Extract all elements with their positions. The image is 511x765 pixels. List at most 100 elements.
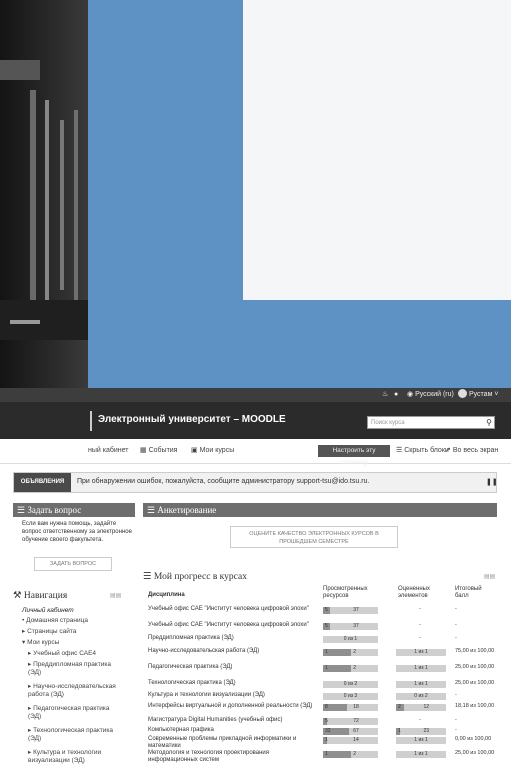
- col-grade: Итоговый балл: [455, 586, 482, 599]
- nav-course-item[interactable]: ▸ Культура и технологии визуализации (ЭД…: [28, 749, 123, 765]
- hero-photo: [0, 0, 88, 388]
- fullscreen-button[interactable]: ↗ Во весь экран: [445, 446, 498, 456]
- nav-dashboard-link[interactable]: Личный кабинет: [22, 607, 74, 615]
- course-name[interactable]: Методология и технология проектирования …: [148, 750, 318, 763]
- nav-my-courses-tree[interactable]: ▾ Мои курсы: [22, 639, 59, 647]
- viewed-bar: 5 37: [323, 607, 378, 614]
- course-grade: -: [455, 606, 457, 612]
- announcement-text: При обнаружении ошибок, пожалуйста, сооб…: [77, 478, 370, 485]
- nav-course-item[interactable]: ▸ Учебный офис САЕ4: [28, 650, 96, 658]
- progress-block-header: ☰ Мой прогресс в курсах: [143, 571, 247, 582]
- course-name[interactable]: Учебный офис САЕ "Институт человека цифр…: [148, 606, 318, 613]
- progress-row: Технологическая практика (ЭД) 0 из 2 1 из …: [148, 680, 498, 692]
- course-name[interactable]: Культура и технологии визуализации (ЭД): [148, 692, 318, 699]
- nav-course-item[interactable]: ▸ Научно-исследовательская работа (ЭД): [28, 683, 128, 699]
- graded-bar: 1 23: [396, 728, 446, 735]
- caret-down-icon: ▾: [22, 639, 26, 646]
- course-grade: 25,00 из 100,00: [455, 680, 495, 686]
- nav-my-courses[interactable]: ▣ Мои курсы: [191, 446, 234, 456]
- course-name[interactable]: Научно-исследовательская работа (ЭД): [148, 648, 318, 655]
- graded-bar: 2 12: [396, 704, 446, 711]
- caret-right-icon: ▸: [22, 628, 26, 635]
- nav-course-item[interactable]: ▸ Педагогическая практика (ЭД): [28, 705, 123, 721]
- search-input[interactable]: Поиск курса: [367, 416, 495, 429]
- viewed-bar: 0 из 3: [323, 693, 378, 700]
- course-grade: -: [455, 717, 457, 723]
- viewed-bar: 12: [323, 649, 378, 656]
- caret-right-icon: ▸: [28, 683, 32, 690]
- search-icon[interactable]: ⚲: [484, 417, 494, 428]
- graded-bar: 1 из 1: [396, 665, 446, 672]
- course-name[interactable]: Магистратура Digital Humanities (учебный…: [148, 717, 318, 724]
- nav-my-courses-label: Мои курсы: [199, 447, 235, 454]
- course-grade: -: [455, 622, 457, 628]
- block-controls-icon[interactable]: ▤▤: [110, 592, 121, 599]
- fullscreen-label: Во весь экран: [452, 447, 499, 454]
- graded-empty: -: [419, 622, 421, 628]
- pause-icon[interactable]: ❚❚: [486, 478, 498, 486]
- survey-button[interactable]: ОЦЕНИТЕ КАЧЕСТВО ЭЛЕКТРОННЫХ КУРСОВ В ПР…: [230, 526, 398, 548]
- graded-bar: 1 из 1: [396, 649, 446, 656]
- ask-block-text: Если вам нужна помощь, задайте вопрос от…: [22, 521, 132, 543]
- course-name[interactable]: Учебный офис САЕ "Институт человека цифр…: [148, 622, 318, 629]
- expand-icon: ↗: [445, 447, 451, 454]
- chat-icon[interactable]: ●: [394, 389, 398, 401]
- viewed-bar: 12: [323, 751, 378, 758]
- course-grade: 0,00 из 100,00: [455, 736, 492, 742]
- brand-divider: [90, 411, 92, 431]
- bell-icon[interactable]: ♨: [382, 389, 388, 401]
- nav-site-pages[interactable]: ▸ Страницы сайта: [22, 628, 76, 636]
- top-bar: ♨ ● ◉ Русский (ru) Рустам ˅: [0, 388, 511, 402]
- col-discipline: Дисциплина: [148, 592, 185, 598]
- nav-course-label: Учебный офис САЕ4: [33, 650, 97, 657]
- course-grade: -: [455, 727, 457, 733]
- caret-right-icon: ▸: [28, 661, 32, 668]
- survey-block-title: Анкетирование: [157, 505, 217, 515]
- nav-home-label: Домашняя страница: [26, 617, 88, 624]
- nav-home-link[interactable]: • Домашняя страница: [22, 617, 88, 625]
- brand-bar: Электронный университет – MOODLE Поиск к…: [0, 402, 511, 439]
- viewed-bar: 0 из 2: [323, 681, 378, 688]
- nav-course-item[interactable]: ▸ Технологическая практика (ЭД): [28, 727, 123, 743]
- bullet-icon: •: [22, 617, 25, 624]
- site-title[interactable]: Электронный университет – MOODLE: [98, 414, 286, 425]
- user-menu[interactable]: Рустам ˅: [458, 389, 498, 401]
- course-name[interactable]: Интерфейсы виртуальной и дополненной реа…: [148, 703, 318, 710]
- sitemap-icon: ⚒: [13, 591, 22, 601]
- nav-course-item[interactable]: ▸ Преддипломная практика (ЭД): [28, 661, 123, 677]
- nav-course-label: Технологическая практика (ЭД): [28, 727, 114, 742]
- nav-course-label: Научно-исследовательская работа (ЭД): [28, 683, 116, 698]
- course-name[interactable]: Педагогическая практика (ЭД): [148, 664, 318, 671]
- language-menu[interactable]: ◉ Русский (ru): [407, 389, 454, 401]
- nav-events[interactable]: ▦ События: [140, 446, 177, 456]
- course-grade: 25,00 из 100,00: [455, 750, 495, 756]
- progress-row: Учебный офис САЕ "Институт человека цифр…: [148, 622, 498, 634]
- viewed-bar: 8 18: [323, 704, 378, 711]
- nav-events-label: События: [148, 447, 178, 454]
- nav-my-courses-tree-label: Мои курсы: [27, 639, 60, 646]
- block-controls-icon[interactable]: ▤▤: [484, 573, 495, 580]
- course-name[interactable]: Современные проблемы прикладной информат…: [148, 736, 318, 749]
- course-grade: -: [455, 692, 457, 698]
- course-name[interactable]: Компьютерная графика: [148, 727, 318, 734]
- ask-block-header: ☰ Задать вопрос: [13, 503, 135, 517]
- progress-row: Педагогическая практика (ЭД) 1 2 1 из 1 25,0…: [148, 664, 498, 676]
- configure-page-button[interactable]: Настроить эту страницу: [318, 445, 390, 466]
- course-grade: -: [455, 635, 457, 641]
- course-name[interactable]: Технологическая практика (ЭД): [148, 680, 318, 687]
- progress-row: Преддипломная практика (ЭД) 0 из 1 - -: [148, 635, 498, 647]
- graded-empty: -: [419, 635, 421, 641]
- progress-row: Учебный офис САЕ "Институт человека цифр…: [148, 606, 498, 618]
- graded-bar: 1 из 1: [396, 751, 446, 758]
- ask-question-button[interactable]: ЗАДАТЬ ВОПРОС: [34, 557, 112, 571]
- viewed-bar: 32 67: [323, 728, 378, 735]
- hero-banner: [0, 0, 511, 388]
- hide-blocks-button[interactable]: ☰ Скрыть блоки: [396, 446, 449, 456]
- caret-right-icon: ▸: [28, 650, 32, 657]
- nav-dashboard[interactable]: ный кабинет: [88, 446, 129, 456]
- menu-icon: ☰: [147, 505, 156, 515]
- hero-panel: [243, 0, 511, 300]
- course-grade: 75,00 из 100,00: [455, 648, 495, 654]
- course-name[interactable]: Преддипломная практика (ЭД): [148, 635, 318, 642]
- calendar-icon: ▦: [140, 447, 147, 454]
